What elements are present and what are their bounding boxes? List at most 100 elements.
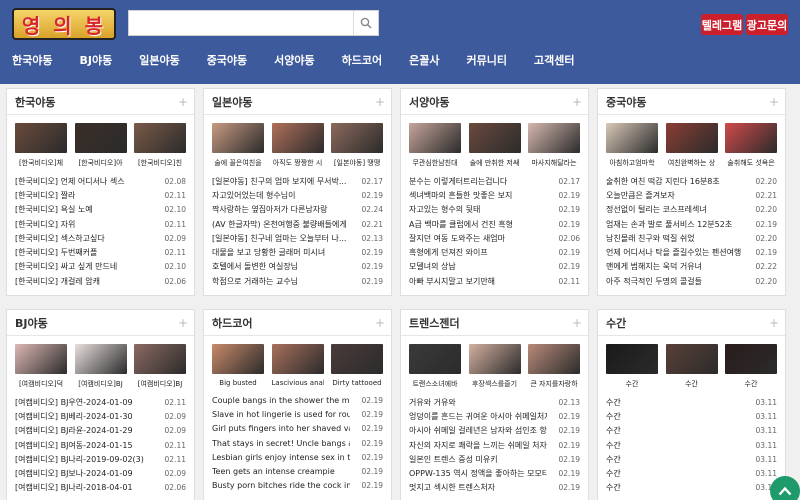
list-item[interactable]: [한국비디오] 개걸레 암캐 02.06: [15, 274, 186, 288]
post-title[interactable]: Slave in hot lingerie is used for rough …: [212, 410, 350, 419]
more-plus-icon[interactable]: +: [572, 95, 582, 109]
thumbnail-image[interactable]: [331, 123, 383, 153]
list-item[interactable]: 대물을 보고 당황한 글래머 미시녀 02.19: [212, 245, 383, 259]
panel-title[interactable]: BJ야동: [15, 315, 48, 331]
post-title[interactable]: [여캠비디오] BJ나리-2019-09-02(3): [15, 454, 144, 465]
post-title[interactable]: 거유와 거유와: [409, 397, 456, 408]
list-item[interactable]: [한국비디오] 짤라 02.11: [15, 188, 186, 202]
list-item[interactable]: That stays in secret! Uncle bangs a teen…: [212, 436, 383, 450]
search-input[interactable]: [135, 11, 355, 34]
thumbnail-image[interactable]: [271, 123, 324, 153]
list-item[interactable]: 분수는 이렇게터트리는겁니다 02.17: [409, 174, 580, 188]
post-title[interactable]: [한국비디오] 욕실 노예: [15, 204, 93, 215]
post-title[interactable]: 섹녀백마의 흔들한 맛좋은 보지: [409, 190, 512, 201]
post-title[interactable]: 아빠 부시지말고 보기만해: [409, 276, 495, 287]
thumbnail-card[interactable]: [한국비디오]아: [74, 123, 127, 168]
post-title[interactable]: 언제 어디서나 탁을 즐길수있는 펜션여행: [606, 247, 741, 258]
list-item[interactable]: 아시아 쉬메일 걸레년은 남자와 섬인조 항문섹... 02.19: [409, 424, 580, 438]
thumbnail-card[interactable]: [한국비디오]친: [134, 123, 186, 168]
post-title[interactable]: 흑형에게 던져진 와이프: [409, 247, 488, 258]
thumbnail-caption[interactable]: [여캠비디오]BJ: [75, 379, 127, 389]
thumbnail-caption[interactable]: 술에 만취한 저쌔: [469, 158, 521, 168]
scroll-top-button[interactable]: [770, 476, 800, 500]
list-item[interactable]: 모델녀의 상납 02.19: [409, 260, 580, 274]
post-title[interactable]: 맨에게 범해지는 욱덕 거유녀: [606, 261, 702, 272]
post-title[interactable]: 짝사랑하는 옆집아저가 다른남자랑: [212, 204, 328, 215]
post-title[interactable]: 잘지던 여동 도와주는 새엄마: [409, 233, 505, 244]
list-item[interactable]: [여캠비디오] BJ나리-2019-09-02(3) 02.11: [15, 452, 186, 466]
post-title[interactable]: Girl puts fingers into her shaved vagina: [212, 424, 350, 433]
post-title[interactable]: 자신의 자지로 쾌락을 느끼는 쉬메일 처자: [409, 440, 547, 451]
list-item[interactable]: [여캠비디오] BJ우연-2024-01-09 02.11: [15, 395, 186, 409]
search-button[interactable]: [353, 11, 378, 35]
post-title[interactable]: 수간: [606, 482, 621, 493]
thumbnail-card[interactable]: 수간: [606, 344, 658, 389]
list-item[interactable]: [여캠비디오] BJ라윤-2024-01-29 02.09: [15, 424, 186, 438]
post-title[interactable]: OPPW-135 역시 정액을 좋아하는 모모타니 리리: [409, 468, 547, 479]
post-title[interactable]: [여캠비디오] BJ나리-2018-04-01: [15, 482, 133, 493]
post-title[interactable]: [여캠비디오] BJ라윤-2024-01-29: [15, 425, 133, 436]
list-item[interactable]: [여캠비디오] BJ베리-2024-01-30 02.09: [15, 409, 186, 423]
search-box[interactable]: [128, 10, 379, 36]
telegram-button[interactable]: 텔레그램: [701, 14, 743, 35]
thumbnail-card[interactable]: [여캠비디오]BJ: [134, 344, 186, 389]
list-item[interactable]: [한국비디오] 두번째커플 02.11: [15, 245, 186, 259]
ad-inquiry-button[interactable]: 광고문의: [746, 14, 788, 35]
list-item[interactable]: Slave in hot lingerie is used for rough …: [212, 407, 383, 421]
thumbnail-caption[interactable]: 술취해도 섯욕은: [725, 158, 777, 168]
thumbnail-caption[interactable]: 마사지해달라는: [528, 158, 580, 168]
thumbnail-caption[interactable]: [한국비디오]아: [75, 158, 127, 168]
post-title[interactable]: 엄재는 손과 발로 풀서비스 12분52초: [606, 219, 732, 230]
list-item[interactable]: 일본인 트렌스 중성 미유키 02.19: [409, 452, 580, 466]
nav-item-community[interactable]: 커뮤니티: [467, 52, 507, 70]
post-title[interactable]: [여캠비디오] BJ베리-2024-01-30: [15, 411, 133, 422]
thumbnail-card[interactable]: [한국비디오]체: [15, 123, 67, 168]
thumbnail-card[interactable]: [여캠비디오]BJ: [74, 344, 127, 389]
post-title[interactable]: [한국비디오] 두번째커플: [15, 247, 97, 258]
thumbnail-card[interactable]: 여친완벽하는 상: [665, 123, 718, 168]
post-title[interactable]: A급 백마를 클럽에서 건진 흑형: [409, 219, 513, 230]
post-title[interactable]: 자고있어었는데 형수님이: [212, 190, 296, 201]
list-item[interactable]: 거유와 거유와 02.13: [409, 395, 580, 409]
thumbnail-caption[interactable]: 여친완벽하는 상: [666, 158, 718, 168]
list-item[interactable]: 잘지던 여동 도와주는 새엄마 02.06: [409, 231, 580, 245]
post-title[interactable]: 오늘만큼은 즐겨보자: [606, 190, 675, 201]
thumbnail-card[interactable]: Big busted: [212, 344, 264, 387]
list-item[interactable]: OPPW-135 역시 정액을 좋아하는 모모타니 리리 02.19: [409, 466, 580, 480]
thumbnail-caption[interactable]: [일본야동] 땡땡: [331, 158, 383, 168]
list-item[interactable]: [한국비디오] 섹스하고싶다 02.09: [15, 231, 186, 245]
list-item[interactable]: 학점으로 거래하는 교수님 02.19: [212, 274, 383, 288]
post-title[interactable]: 모델녀의 상납: [409, 261, 456, 272]
thumbnail-caption[interactable]: 트랜스소녀에바: [409, 379, 461, 389]
thumbnail-image[interactable]: [74, 344, 127, 374]
post-title[interactable]: That stays in secret! Uncle bangs a teen…: [212, 439, 350, 448]
list-item[interactable]: 수간 03.11: [606, 395, 777, 409]
nav-item-western[interactable]: 서양야동: [274, 52, 314, 70]
panel-title[interactable]: 중국야동: [606, 94, 646, 110]
thumbnail-image[interactable]: [606, 123, 658, 153]
nav-item-hardcore[interactable]: 하드코어: [342, 52, 382, 70]
nav-item-bj[interactable]: BJ야동: [79, 52, 112, 70]
more-plus-icon[interactable]: +: [178, 95, 188, 109]
thumbnail-image[interactable]: [468, 123, 521, 153]
thumbnail-card[interactable]: [일본야동] 땡땡: [331, 123, 383, 168]
list-item[interactable]: 엉덩이를 흔드는 귀여운 아시아 쉬메일처자 02.19: [409, 409, 580, 423]
thumbnail-caption[interactable]: Big busted: [212, 379, 264, 387]
list-item[interactable]: [여캠비디오] BJ여동-2024-01-15 02.11: [15, 438, 186, 452]
more-plus-icon[interactable]: +: [769, 95, 779, 109]
more-plus-icon[interactable]: +: [178, 316, 188, 330]
list-item[interactable]: 흑형에게 던져진 와이프 02.19: [409, 245, 580, 259]
thumbnail-caption[interactable]: [한국비디오]체: [15, 158, 67, 168]
thumbnail-image[interactable]: [528, 344, 580, 374]
list-item[interactable]: 수간 03.11: [606, 452, 777, 466]
list-item[interactable]: Girl puts fingers into her shaved vagina…: [212, 422, 383, 436]
post-title[interactable]: 수간: [606, 397, 621, 408]
list-item[interactable]: [여캠비디오] BJ보나-2024-01-09 02.09: [15, 466, 186, 480]
thumbnail-image[interactable]: [212, 123, 264, 153]
more-plus-icon[interactable]: +: [572, 316, 582, 330]
thumbnail-caption[interactable]: Lascivious anal: [272, 379, 324, 387]
thumbnail-image[interactable]: [15, 123, 67, 153]
panel-title[interactable]: 하드코어: [212, 315, 252, 331]
post-title[interactable]: [한국비디오] 언제 어디서나 섹스: [15, 176, 125, 187]
list-item[interactable]: 자신의 자지로 쾌락을 느끼는 쉬메일 처자 02.19: [409, 438, 580, 452]
